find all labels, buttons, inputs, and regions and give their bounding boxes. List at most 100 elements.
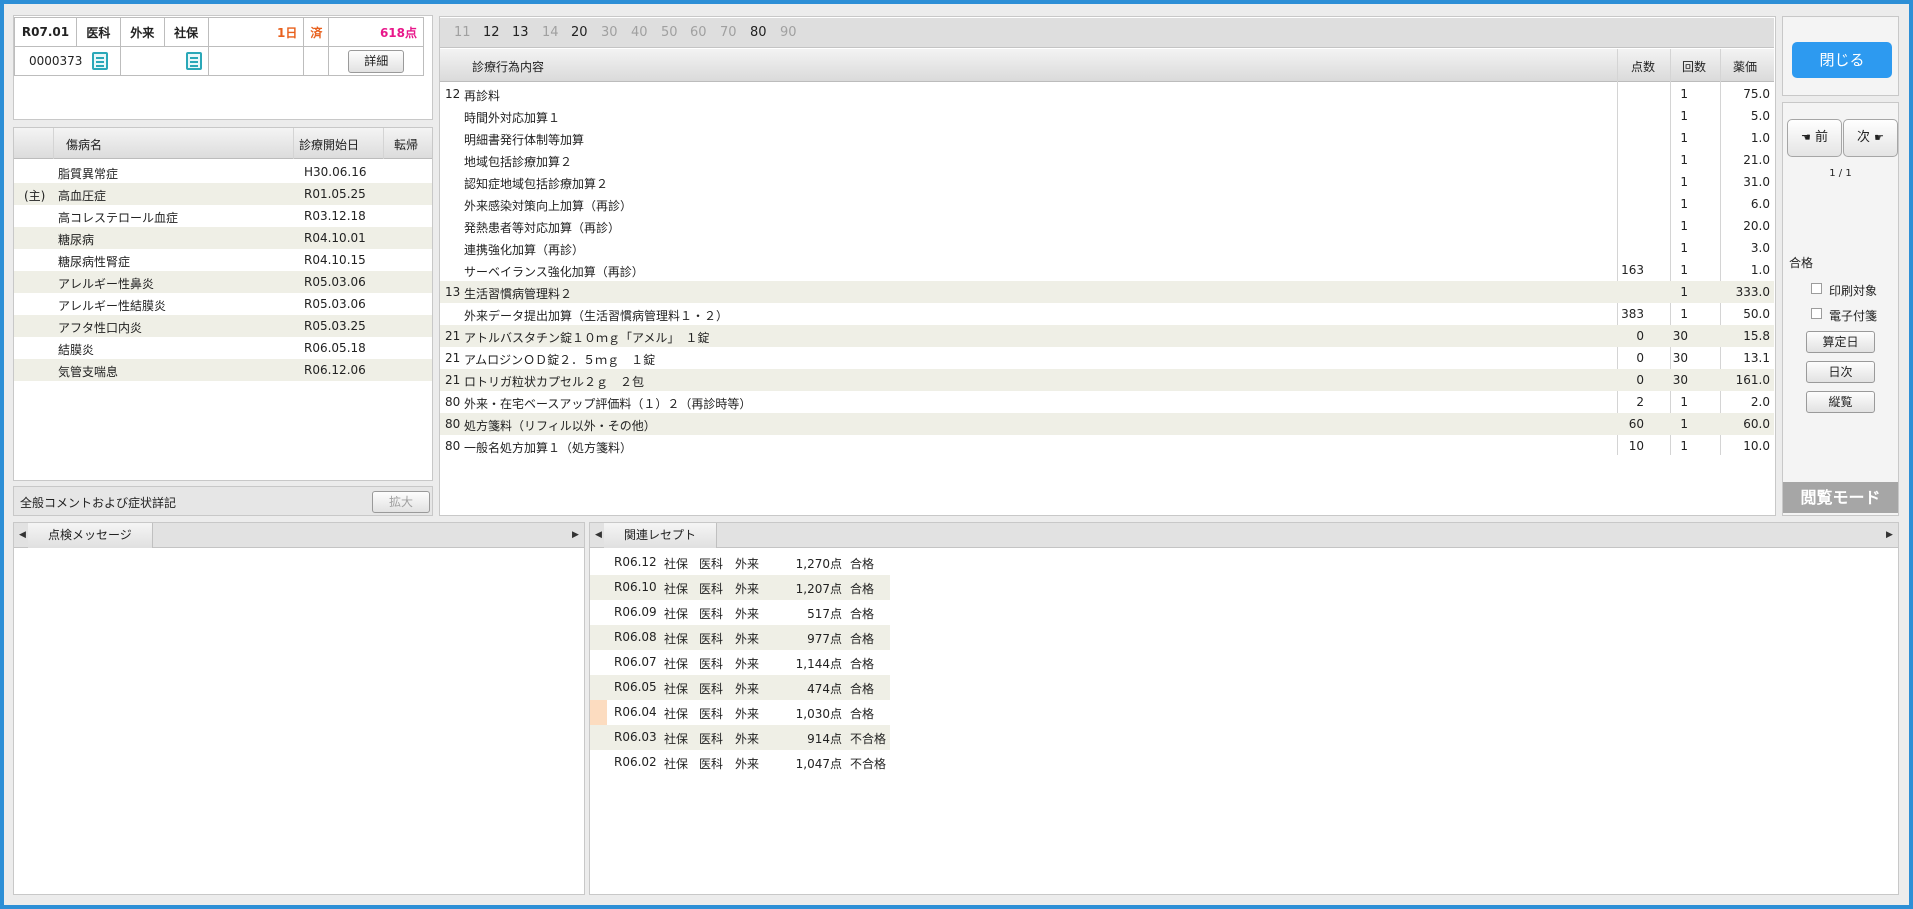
treatment-row[interactable]: 21 アムロジンＯＤ錠２．５ｍｇ １錠 0 30 13.1 bbox=[440, 347, 1774, 369]
scroll-right-arrow-icon[interactable]: ▶ bbox=[1886, 530, 1893, 540]
receipt-category: 医科 bbox=[699, 657, 724, 671]
receipt-row[interactable]: R06.04 社保 医科 外来 1,030点 合格 bbox=[590, 700, 890, 725]
treatment-row[interactable]: 13 生活習慣病管理料２ 1 333.0 bbox=[440, 281, 1774, 303]
disease-row[interactable]: アレルギー性結膜炎 R05.03.06 bbox=[14, 293, 432, 315]
print-target-checkbox[interactable] bbox=[1811, 283, 1822, 294]
receipt-row[interactable]: R06.12 社保 医科 外来 1,270点 合格 bbox=[590, 550, 890, 575]
treatment-row[interactable]: 21 ロトリガ粒状カプセル２ｇ ２包 0 30 161.0 bbox=[440, 369, 1774, 391]
receipt-row[interactable]: R06.09 社保 医科 外来 517点 合格 bbox=[590, 600, 890, 625]
blank-cell bbox=[303, 46, 330, 76]
receipt-row[interactable]: R06.07 社保 医科 外来 1,144点 合格 bbox=[590, 650, 890, 675]
receipt-result: 不合格 bbox=[850, 732, 887, 746]
scroll-left-arrow-icon[interactable]: ◀ bbox=[595, 530, 602, 540]
disease-row[interactable]: 糖尿病性腎症 R04.10.15 bbox=[14, 249, 432, 271]
disease-row[interactable]: 糖尿病 R04.10.01 bbox=[14, 227, 432, 249]
treatment-row[interactable]: 外来感染対策向上加算（再診） 1 6.0 bbox=[440, 193, 1774, 215]
daily-button[interactable]: 日次 bbox=[1806, 361, 1875, 383]
category-tab[interactable]: 60 bbox=[690, 25, 707, 40]
treatment-name: 時間外対応加算１ bbox=[464, 111, 561, 125]
e-attach-label: 電子付箋 bbox=[1829, 309, 1878, 323]
disease-row[interactable]: 気管支喘息 R06.12.06 bbox=[14, 359, 432, 381]
treatment-row[interactable]: 明細書発行体制等加算 1 1.0 bbox=[440, 127, 1774, 149]
insurance-cell: 社保 bbox=[163, 17, 209, 47]
treatment-row[interactable]: 12 再診料 1 75.0 bbox=[440, 83, 1774, 105]
treatment-row[interactable]: 認知症地域包括診療加算２ 1 31.0 bbox=[440, 171, 1774, 193]
receipt-row[interactable]: R06.08 社保 医科 外来 977点 合格 bbox=[590, 625, 890, 650]
disease-name: 糖尿病 bbox=[58, 233, 95, 247]
scroll-right-arrow-icon[interactable]: ▶ bbox=[572, 530, 579, 540]
treatment-row[interactable]: 80 外来・在宅ベースアップ評価料（１）２（再診時等） 2 1 2.0 bbox=[440, 391, 1774, 413]
category-tab[interactable]: 12 bbox=[483, 25, 500, 40]
receipt-points: 1,030点 bbox=[795, 707, 842, 721]
next-button[interactable]: 次 ☛ bbox=[1843, 119, 1898, 157]
category-tab[interactable]: 14 bbox=[542, 25, 559, 40]
receipt-row[interactable]: R06.10 社保 医科 外来 1,207点 合格 bbox=[590, 575, 890, 600]
category-tab[interactable]: 80 bbox=[750, 25, 767, 40]
receipt-category: 医科 bbox=[699, 732, 724, 746]
treatment-count: 30 bbox=[1672, 351, 1688, 365]
category-tab[interactable]: 11 bbox=[454, 25, 471, 40]
prev-label: 前 bbox=[1815, 130, 1829, 145]
category-tab[interactable]: 50 bbox=[661, 25, 678, 40]
vertical-view-button[interactable]: 縦覧 bbox=[1806, 391, 1875, 413]
treatment-points: 383 bbox=[1621, 307, 1644, 321]
treatment-price: 161.0 bbox=[1735, 373, 1770, 387]
disease-row[interactable]: 結膜炎 R06.05.18 bbox=[14, 337, 432, 359]
category-tab[interactable]: 20 bbox=[571, 25, 588, 40]
start-date: R03.12.18 bbox=[304, 209, 366, 223]
disease-row[interactable]: アレルギー性鼻炎 R05.03.06 bbox=[14, 271, 432, 293]
receipt-row[interactable]: R06.02 社保 医科 外来 1,047点 不合格 bbox=[590, 750, 890, 775]
points-header: 点数 bbox=[1631, 60, 1656, 74]
category-tab[interactable]: 90 bbox=[780, 25, 797, 40]
receipt-month: R06.10 bbox=[614, 580, 657, 594]
treatment-name: 発熱患者等対応加算（再診） bbox=[464, 221, 621, 235]
disease-row[interactable]: アフタ性口内炎 R05.03.25 bbox=[14, 315, 432, 337]
disease-row[interactable]: 脂質異常症 H30.06.16 bbox=[14, 161, 432, 183]
treatment-count: 1 bbox=[1680, 87, 1688, 101]
calc-date-button[interactable]: 算定日 bbox=[1806, 331, 1875, 353]
receipt-points: 1,207点 bbox=[795, 582, 842, 596]
treatment-name: 明細書発行体制等加算 bbox=[464, 133, 585, 147]
receipt-points: 977点 bbox=[807, 632, 842, 646]
category-tab[interactable]: 40 bbox=[631, 25, 648, 40]
receipt-points: 1,144点 bbox=[795, 657, 842, 671]
treatment-name: サーベイランス強化加算（再診） bbox=[464, 265, 644, 279]
treatment-row[interactable]: 時間外対応加算１ 1 5.0 bbox=[440, 105, 1774, 127]
category-tab[interactable]: 13 bbox=[512, 25, 529, 40]
treatment-code: 21 bbox=[445, 373, 461, 387]
receipt-row[interactable]: R06.03 社保 医科 外来 914点 不合格 bbox=[590, 725, 890, 750]
treatment-count: 1 bbox=[1680, 109, 1688, 123]
document-icon[interactable] bbox=[92, 52, 109, 70]
close-button[interactable]: 閉じる bbox=[1792, 42, 1892, 78]
e-attach-checkbox[interactable] bbox=[1811, 308, 1822, 319]
receipt-points: 1,270点 bbox=[795, 557, 842, 571]
treatment-row[interactable]: 80 処方箋料（リフィル以外・その他） 60 1 60.0 bbox=[440, 413, 1774, 435]
document-icon[interactable] bbox=[185, 52, 202, 70]
receipt-month: R06.05 bbox=[614, 680, 657, 694]
treatment-row[interactable]: 地域包括診療加算２ 1 21.0 bbox=[440, 149, 1774, 171]
category-tab[interactable]: 30 bbox=[601, 25, 618, 40]
prev-button[interactable]: ☚ 前 bbox=[1787, 119, 1842, 157]
related-receipts-tab[interactable]: 関連レセプト bbox=[604, 523, 718, 548]
expand-button[interactable]: 拡大 bbox=[372, 491, 430, 513]
treatment-points: 0 bbox=[1636, 373, 1644, 387]
scroll-left-arrow-icon[interactable]: ◀ bbox=[19, 530, 26, 540]
treatment-row[interactable]: 発熱患者等対応加算（再診） 1 20.0 bbox=[440, 215, 1774, 237]
disease-name: アフタ性口内炎 bbox=[58, 321, 143, 335]
treatment-row[interactable]: サーベイランス強化加算（再診） 163 1 1.0 bbox=[440, 259, 1774, 281]
comment-bar: 全般コメントおよび症状詳記 拡大 bbox=[13, 486, 433, 516]
treatment-row[interactable]: 連携強化加算（再診） 1 3.0 bbox=[440, 237, 1774, 259]
treatment-row[interactable]: 21 アトルバスタチン錠１０ｍｇ「アメル」 １錠 0 30 15.8 bbox=[440, 325, 1774, 347]
category-tab[interactable]: 70 bbox=[720, 25, 737, 40]
receipt-month: R06.03 bbox=[614, 730, 657, 744]
check-message-tab[interactable]: 点検メッセージ bbox=[28, 523, 153, 548]
details-button[interactable]: 詳細 bbox=[348, 49, 405, 73]
view-mode-indicator: 閲覧モード bbox=[1783, 482, 1898, 513]
receipt-row[interactable]: R06.05 社保 医科 外来 474点 合格 bbox=[590, 675, 890, 700]
treatment-row[interactable]: 80 一般名処方加算１（処方箋料） 10 1 10.0 bbox=[440, 435, 1774, 457]
disease-row[interactable]: (主) 高血圧症 R01.05.25 bbox=[14, 183, 432, 205]
category-cell: 医科 bbox=[75, 17, 121, 47]
treatment-row[interactable]: 外来データ提出加算（生活習慣病管理料１・２） 383 1 50.0 bbox=[440, 303, 1774, 325]
start-date: R04.10.01 bbox=[304, 231, 366, 245]
disease-row[interactable]: 高コレステロール血症 R03.12.18 bbox=[14, 205, 432, 227]
